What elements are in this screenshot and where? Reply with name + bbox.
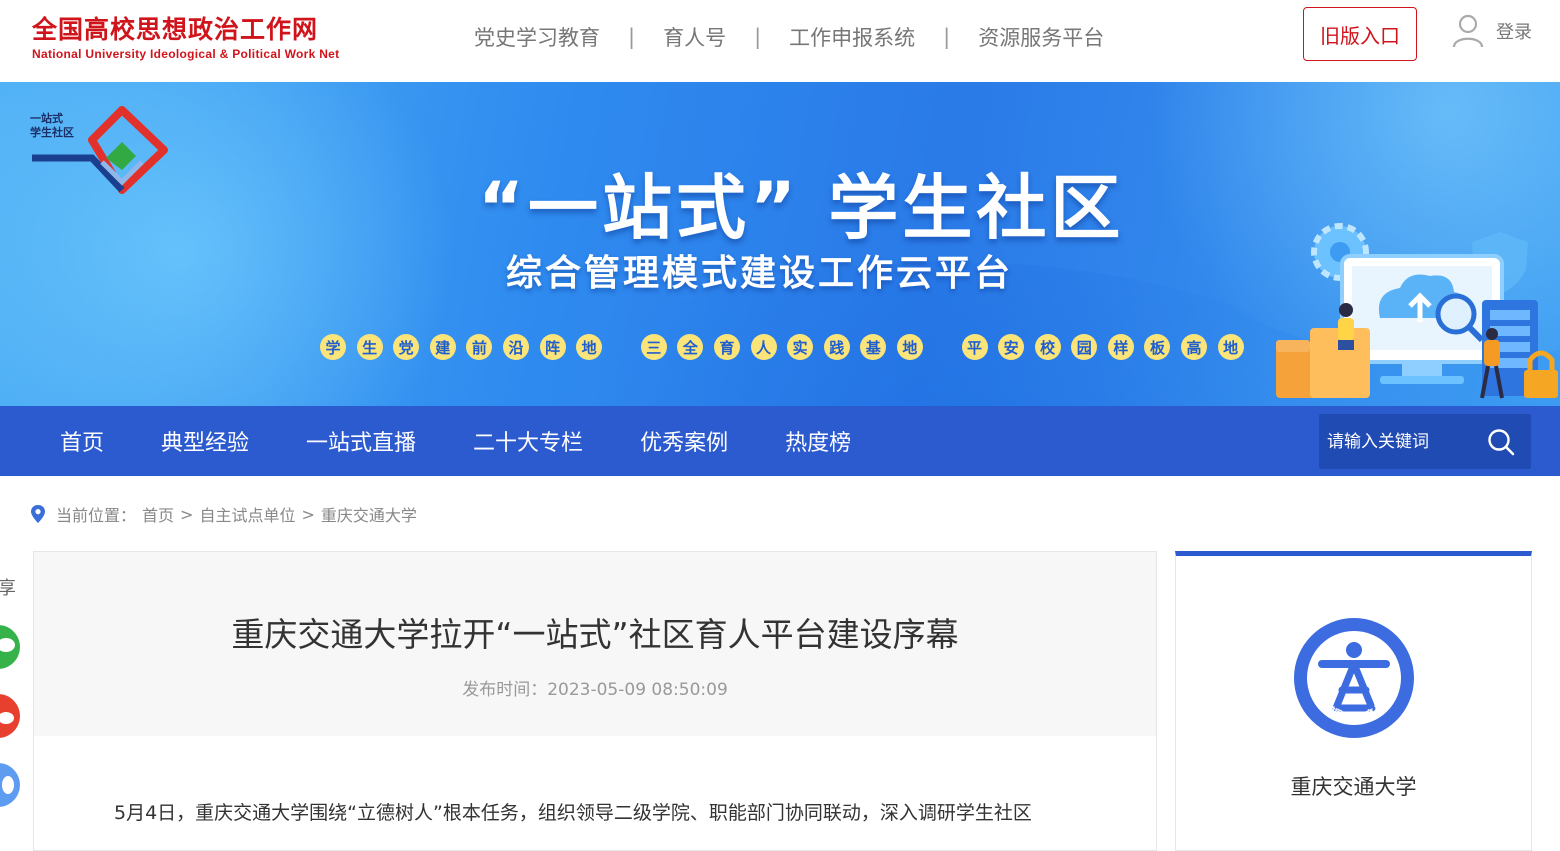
slogan-char: 板 <box>1144 334 1171 360</box>
wechat-icon <box>0 638 15 652</box>
breadcrumb-home[interactable]: 首页 <box>142 502 174 526</box>
community-logo: 一站式 学生社区 <box>30 106 170 210</box>
slogan-char: 三 <box>640 334 667 360</box>
breadcrumb-separator: > <box>180 504 194 524</box>
nav-excellent-cases[interactable]: 优秀案例 <box>640 425 728 457</box>
nav-typical-experience[interactable]: 典型经验 <box>161 425 249 457</box>
nav-separator: | <box>754 25 762 49</box>
logo-english-name: National University Ideological & Politi… <box>32 47 340 61</box>
share-weibo-button[interactable] <box>0 694 20 738</box>
slogan-char: 建 <box>429 334 456 360</box>
topnav-yurenhao[interactable]: 育人号 <box>663 22 726 52</box>
slogan-char: 地 <box>576 334 603 360</box>
banner-slogans: 学 生 党 建 前 沿 阵 地 三 全 育 人 实 践 基 地 平 安 校 园 … <box>320 334 1282 360</box>
breadcrumb-current[interactable]: 重庆交通大学 <box>321 502 417 526</box>
slogan-char: 园 <box>1071 334 1098 360</box>
topnav-resource-platform[interactable]: 资源服务平台 <box>978 22 1104 52</box>
org-name[interactable]: 重庆交通大学 <box>1176 771 1531 801</box>
topnav-party-history[interactable]: 党史学习教育 <box>474 22 600 52</box>
cloud-platform-illustration <box>1276 223 1558 399</box>
nav-home[interactable]: 首页 <box>60 425 104 457</box>
login-label: 登录 <box>1496 22 1532 43</box>
logo-chinese-name: 全国高校思想政治工作网 <box>32 15 319 44</box>
slogan-education-practice: 三 全 育 人 实 践 基 地 <box>640 334 934 360</box>
slogan-char: 生 <box>356 334 383 360</box>
slogan-char: 安 <box>998 334 1025 360</box>
nav-separator: | <box>943 25 951 49</box>
nav-hot-list[interactable]: 热度榜 <box>785 425 851 457</box>
slogan-char: 校 <box>1034 334 1061 360</box>
site-logo[interactable]: 全国高校思想政治工作网 National University Ideologi… <box>32 10 339 61</box>
nav-separator: | <box>628 25 636 49</box>
article-body-text: 5月4日，重庆交通大学围绕“立德树人”根本任务，组织领导二级学院、职能部门协同联… <box>114 802 1032 824</box>
banner-subtitle: 综合管理模式建设工作云平台 <box>506 253 1014 294</box>
top-header: 全国高校思想政治工作网 National University Ideologi… <box>0 0 1560 82</box>
slogan-char: 实 <box>787 334 814 360</box>
breadcrumb: 当前位置： 首页 > 自主试点单位 > 重庆交通大学 <box>30 502 417 526</box>
slogan-party-building: 学 生 党 建 前 沿 阵 地 <box>320 334 613 360</box>
login-button[interactable]: 登录 <box>1452 14 1532 48</box>
slogan-char: 阵 <box>539 334 566 360</box>
breadcrumb-pilot-units[interactable]: 自主试点单位 <box>199 502 295 526</box>
top-nav: 党史学习教育 | 育人号 | 工作申报系统 | 资源服务平台 <box>474 22 1104 52</box>
slogan-char: 育 <box>713 334 740 360</box>
yurenhao-logo[interactable]: 高校思政网—育人号 <box>1292 616 1416 740</box>
author-sidebar: 高校思政网—育人号 重庆交通大学 <box>1175 551 1532 851</box>
share-qq-button[interactable] <box>0 763 20 807</box>
article-header: 重庆交通大学拉开“一站式”社区育人平台建设序幕 发布时间：2023-05-09 … <box>34 552 1156 736</box>
slogan-char: 前 <box>466 334 493 360</box>
slogan-char: 样 <box>1107 334 1134 360</box>
logo-text-line: 学生社区 <box>30 126 74 139</box>
hero-banner: 一站式 学生社区 “一站式” 学生社区 综合管理模式建设工作云平台 学 生 党 … <box>0 82 1560 406</box>
slogan-char: 学 <box>320 334 346 360</box>
article-title: 重庆交通大学拉开“一站式”社区育人平台建设序幕 <box>231 615 959 654</box>
search-icon[interactable] <box>1487 428 1515 456</box>
qq-icon <box>2 776 14 794</box>
slogan-char: 党 <box>393 334 420 360</box>
slogan-char: 地 <box>896 334 923 360</box>
nav-one-stop-live[interactable]: 一站式直播 <box>306 425 416 457</box>
user-icon <box>1452 14 1484 48</box>
article-panel: 重庆交通大学拉开“一站式”社区育人平台建设序幕 发布时间：2023-05-09 … <box>33 551 1157 851</box>
breadcrumb-prefix: 当前位置： <box>56 506 137 525</box>
community-logo-text: 一站式 学生社区 <box>30 112 74 140</box>
slogan-char: 全 <box>677 334 704 360</box>
old-version-button[interactable]: 旧版入口 <box>1303 7 1417 61</box>
nav-20th-congress[interactable]: 二十大专栏 <box>473 425 583 457</box>
main-nav: 首页 典型经验 一站式直播 二十大专栏 优秀案例 热度榜 <box>0 406 1560 476</box>
logo-text-line: 一站式 <box>30 112 63 125</box>
publish-time: 发布时间：2023-05-09 08:50:09 <box>462 680 728 700</box>
slogan-char: 高 <box>1181 334 1208 360</box>
banner-title: “一站式” 学生社区 <box>478 167 1125 249</box>
share-wechat-button[interactable] <box>0 625 20 669</box>
breadcrumb-separator: > <box>301 504 315 524</box>
slogan-char: 沿 <box>502 334 529 360</box>
slogan-char: 地 <box>1217 334 1244 360</box>
share-label: 享 <box>0 578 16 599</box>
weibo-icon <box>0 712 14 724</box>
slogan-safe-campus: 平 安 校 园 样 板 高 地 <box>961 334 1255 360</box>
topnav-work-report-system[interactable]: 工作申报系统 <box>789 22 915 52</box>
slogan-char: 践 <box>823 334 850 360</box>
slogan-char: 人 <box>750 334 777 360</box>
slogan-char: 基 <box>860 334 887 360</box>
slogan-char: 平 <box>961 334 988 360</box>
location-pin-icon <box>31 505 45 523</box>
search-box <box>1319 414 1531 469</box>
search-input[interactable] <box>1319 414 1479 469</box>
main-nav-items: 首页 典型经验 一站式直播 二十大专栏 优秀案例 热度榜 <box>60 406 908 476</box>
